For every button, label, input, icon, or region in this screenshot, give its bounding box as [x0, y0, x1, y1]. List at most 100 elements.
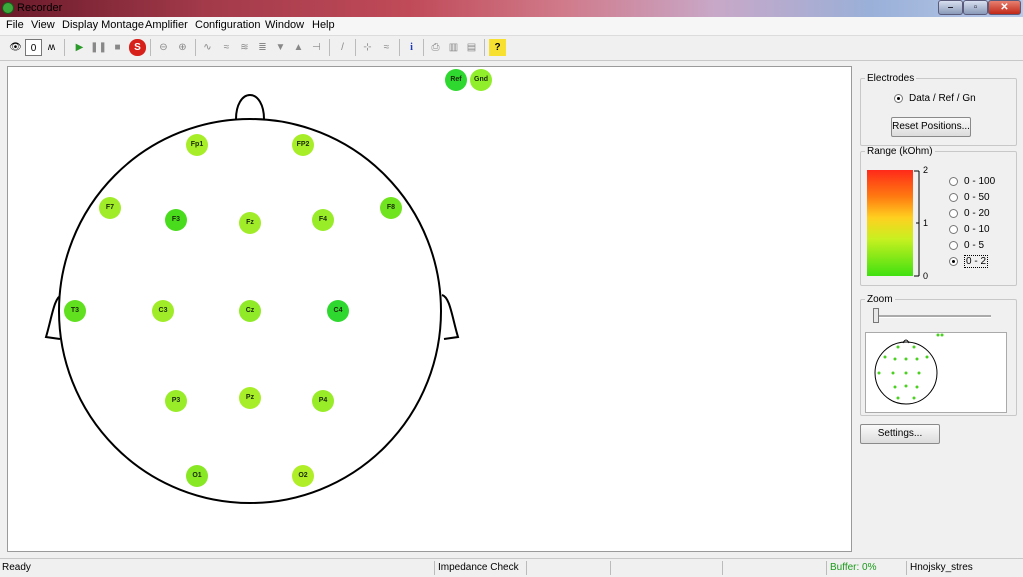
radio-icon: [949, 240, 958, 250]
radio-icon: [949, 224, 958, 234]
menu-file[interactable]: File: [6, 19, 24, 31]
pause-icon[interactable]: ❚❚: [90, 39, 107, 56]
electrode-c4[interactable]: C4: [327, 300, 349, 322]
status-mode: Impedance Check: [434, 561, 526, 575]
overlay-icon[interactable]: ≣: [254, 39, 271, 56]
zoom-in-icon[interactable]: ⊕: [174, 39, 191, 56]
print-icon[interactable]: ⎙: [427, 39, 444, 56]
menu-display-montage[interactable]: Display Montage: [62, 19, 144, 31]
help-icon[interactable]: ?: [489, 39, 506, 56]
electrode-fp2[interactable]: FP2: [292, 134, 314, 156]
electrode-t3[interactable]: T3: [64, 300, 86, 322]
electrode-fz[interactable]: Fz: [239, 212, 261, 234]
nose-shape: [235, 93, 265, 120]
electrode-o2[interactable]: O2: [292, 465, 314, 487]
range-option-label: 0 - 10: [964, 224, 990, 235]
range-option-label: 0 - 2: [964, 255, 989, 268]
electrode-ref[interactable]: Ref: [445, 69, 467, 91]
signal-icon-2[interactable]: ≈: [218, 39, 235, 56]
window-title: Recorder: [17, 2, 63, 14]
segment-icon-2[interactable]: ≈: [378, 39, 395, 56]
range-radio-0-50[interactable]: 0 - 50: [949, 191, 990, 205]
overview-head-miniature: [874, 333, 944, 405]
radio-selected-icon: [949, 256, 958, 266]
signal-icon[interactable]: ∿: [199, 39, 216, 56]
toolbar-separator: [423, 39, 424, 56]
electrode-cz[interactable]: Cz: [239, 300, 261, 322]
electrode-f7[interactable]: F7: [99, 197, 121, 219]
electrode-f4[interactable]: F4: [312, 209, 334, 231]
range-option-label: 0 - 100: [964, 176, 996, 187]
monitor-eye-icon[interactable]: 👁: [7, 39, 24, 56]
toolbar-separator: [329, 39, 330, 56]
zoom-overview-map[interactable]: [865, 332, 1007, 413]
zoom-group-title: Zoom: [867, 294, 893, 305]
pen-icon[interactable]: /: [334, 39, 351, 56]
electrode-f3[interactable]: F3: [165, 209, 187, 231]
data-ref-gnd-radio[interactable]: Data / Ref / Gn: [894, 92, 976, 106]
electrode-p3[interactable]: P3: [165, 390, 187, 412]
stop-icon[interactable]: ■: [109, 39, 126, 56]
wave-icon[interactable]: ʍ: [43, 39, 60, 56]
filter-icon[interactable]: ≋: [236, 39, 253, 56]
menu-help[interactable]: Help: [312, 19, 335, 31]
marker-icon[interactable]: ⊣: [308, 39, 325, 56]
electrode-f8[interactable]: F8: [380, 197, 402, 219]
record-icon[interactable]: S: [129, 39, 146, 56]
window-icon-2[interactable]: ▤: [463, 39, 480, 56]
right-side-panel: Electrodes Data / Ref / Gn Reset Positio…: [853, 64, 1023, 552]
zoom-slider-track[interactable]: [875, 315, 991, 318]
toolbar-separator: [150, 39, 151, 56]
electrode-gnd[interactable]: Gnd: [470, 69, 492, 91]
status-ready: Ready: [2, 562, 31, 573]
play-icon[interactable]: ▶: [71, 39, 88, 56]
triangle-up-icon[interactable]: ▲: [290, 39, 307, 56]
triangle-down-icon[interactable]: ▼: [272, 39, 289, 56]
zoom-slider-thumb[interactable]: [873, 308, 879, 323]
toolbar-separator: [195, 39, 196, 56]
menu-view[interactable]: View: [31, 19, 55, 31]
zoom-out-icon[interactable]: ⊖: [155, 39, 172, 56]
data-ref-gnd-label: Data / Ref / Gn: [909, 93, 976, 104]
segment-icon[interactable]: ⊹: [359, 39, 376, 56]
toolbar-separator: [484, 39, 485, 56]
range-radio-0-100[interactable]: 0 - 100: [949, 175, 995, 189]
impedance-zero-icon[interactable]: 0: [25, 39, 42, 56]
window-icon[interactable]: ▥: [445, 39, 462, 56]
range-radio-0-10[interactable]: 0 - 10: [949, 223, 990, 237]
menu-configuration[interactable]: Configuration: [195, 19, 260, 31]
range-option-label: 0 - 5: [964, 240, 985, 251]
range-group-title: Range (kOhm): [867, 146, 933, 157]
electrode-o1[interactable]: O1: [186, 465, 208, 487]
scale-max-label: 2: [923, 165, 929, 175]
status-empty-1: [526, 561, 610, 575]
settings-button[interactable]: Settings...: [860, 424, 940, 444]
status-user: Hnojsky_stres: [906, 561, 1023, 575]
info-icon[interactable]: i: [403, 39, 420, 56]
menu-amplifier[interactable]: Amplifier: [145, 19, 188, 31]
status-bar: Ready Impedance Check Buffer: 0% Hnojsky…: [0, 558, 1023, 577]
range-option-label: 0 - 50: [964, 192, 990, 203]
right-ear-shape: [441, 294, 460, 340]
reset-positions-button[interactable]: Reset Positions...: [891, 117, 971, 137]
minimize-button[interactable]: –: [938, 0, 963, 15]
electrode-pz[interactable]: Pz: [239, 387, 261, 409]
electrode-c3[interactable]: C3: [152, 300, 174, 322]
toolbar-separator: [64, 39, 65, 56]
toolbar: 👁 0 ʍ ▶ ❚❚ ■ S ⊖ ⊕ ∿ ≈ ≋ ≣ ▼ ▲ ⊣ / ⊹ ≈ i…: [0, 36, 1023, 61]
radio-icon: [949, 192, 958, 202]
close-button[interactable]: ✕: [988, 0, 1021, 15]
app-icon: [2, 2, 14, 14]
status-empty-3: [722, 561, 826, 575]
electrode-p4[interactable]: P4: [312, 390, 334, 412]
title-bar: Recorder – ▫ ✕: [0, 0, 1023, 17]
toolbar-separator: [399, 39, 400, 56]
maximize-button[interactable]: ▫: [963, 0, 988, 15]
menu-window[interactable]: Window: [265, 19, 304, 31]
range-radio-0-2[interactable]: 0 - 2: [949, 255, 989, 269]
range-radio-0-20[interactable]: 0 - 20: [949, 207, 990, 221]
electrode-fp1[interactable]: Fp1: [186, 134, 208, 156]
range-option-label: 0 - 20: [964, 208, 990, 219]
range-radio-0-5[interactable]: 0 - 5: [949, 239, 984, 253]
toolbar-separator: [355, 39, 356, 56]
